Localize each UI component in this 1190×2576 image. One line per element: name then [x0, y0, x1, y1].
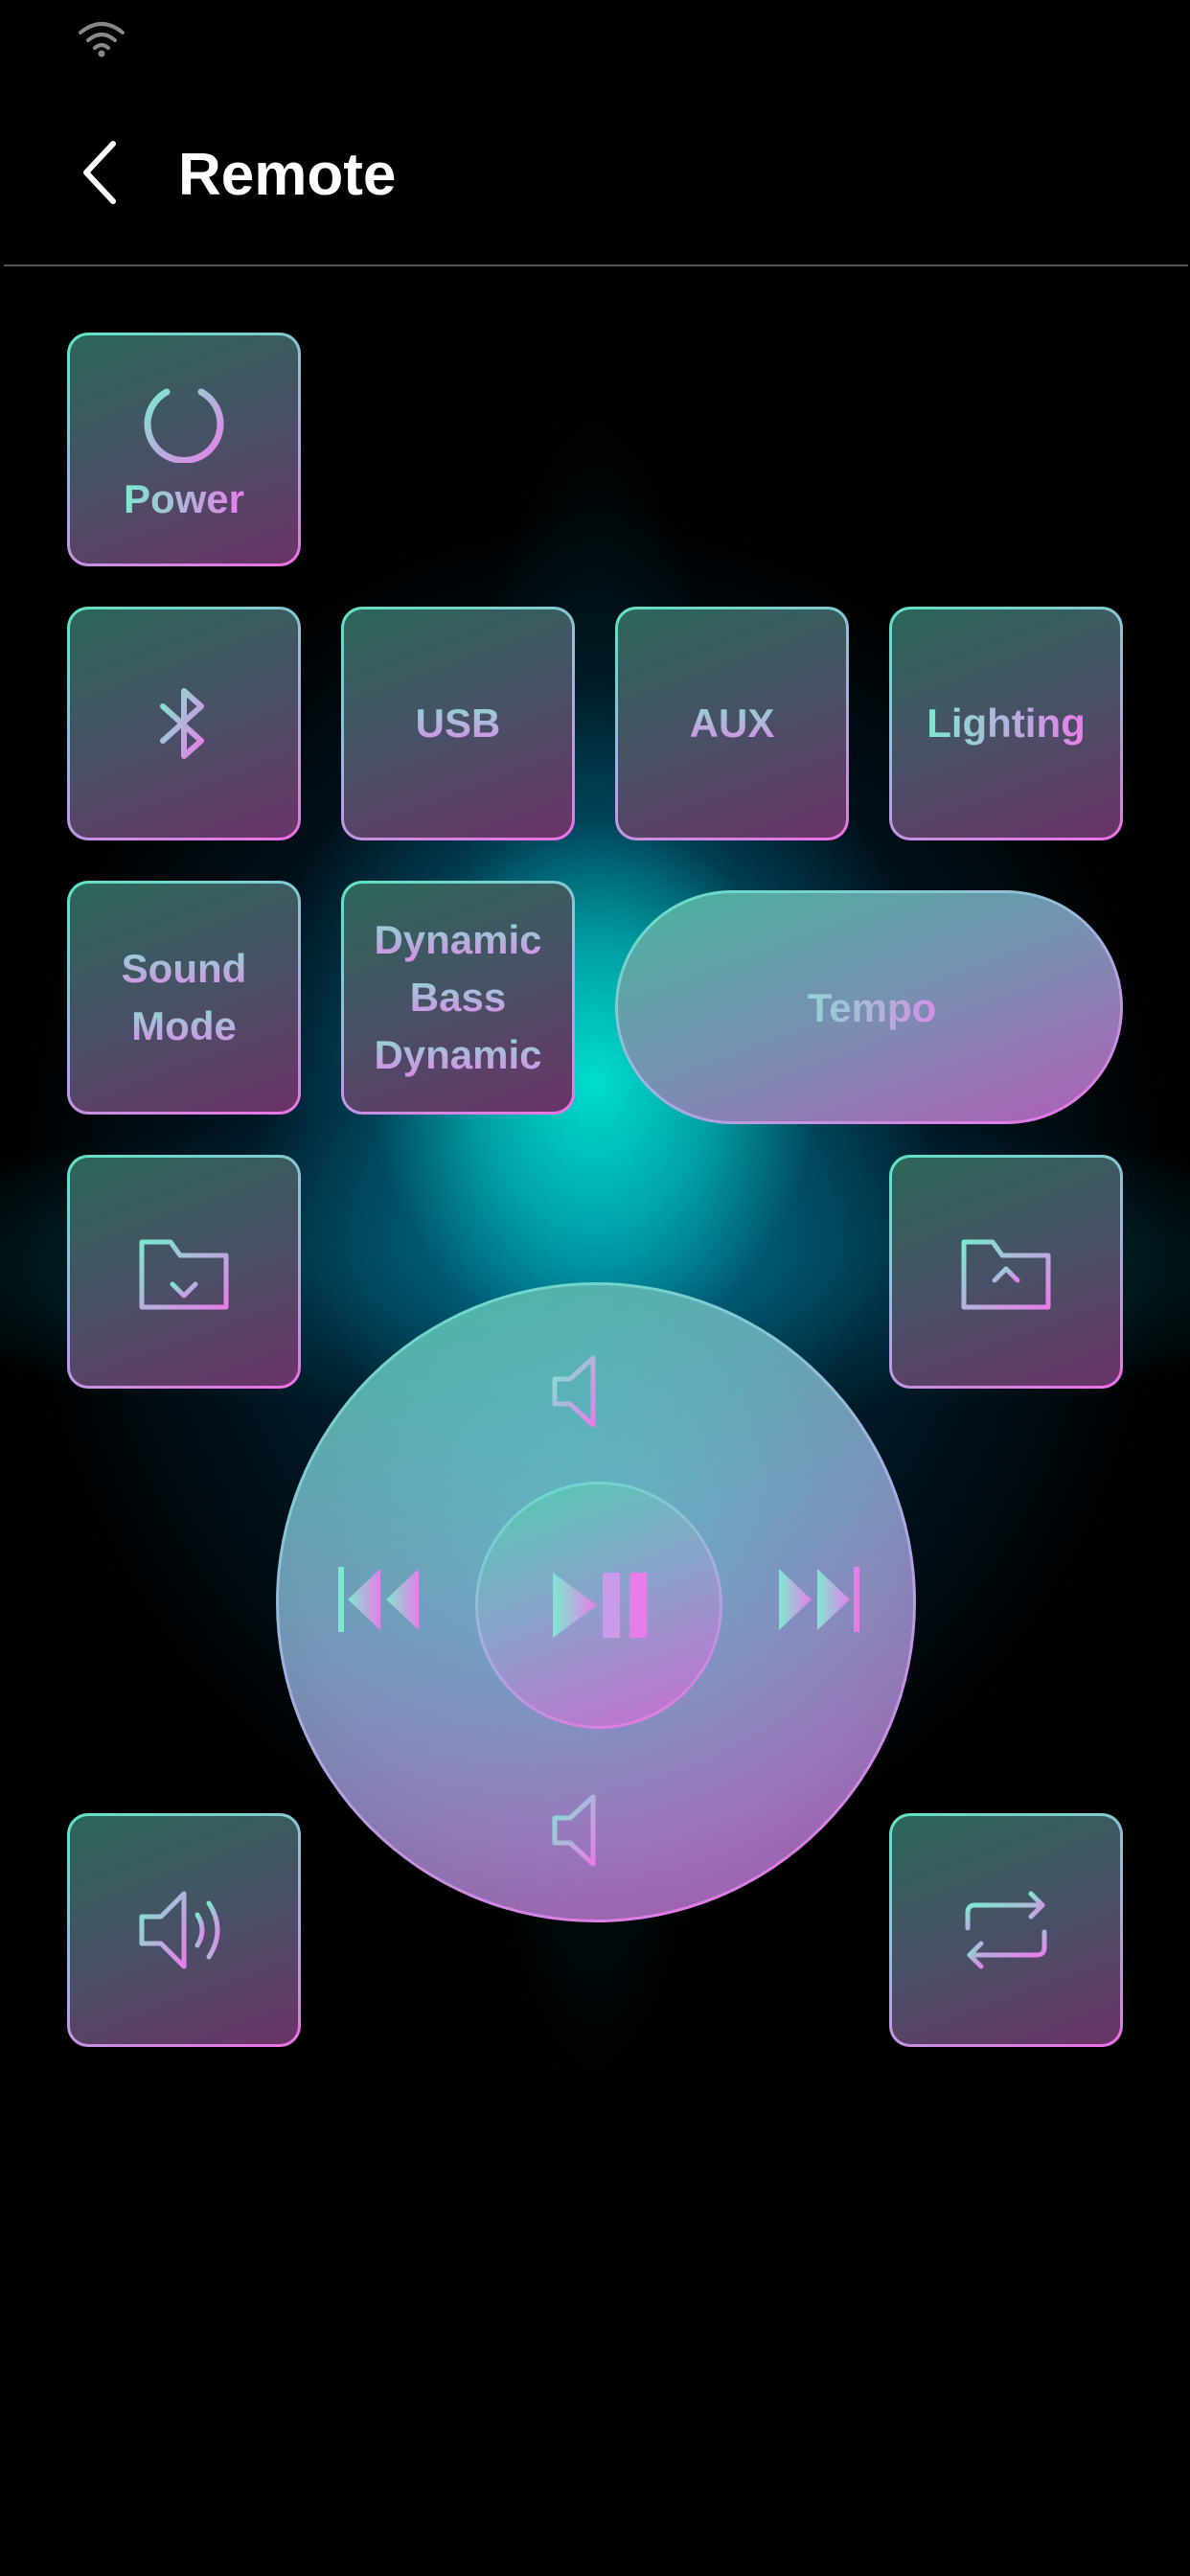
next-button[interactable] — [775, 1563, 861, 1636]
chevron-left-icon — [83, 141, 116, 204]
bluetooth-icon — [160, 688, 204, 759]
tempo-label: Tempo — [771, 979, 973, 1037]
dynamic-bass-label-line3: Dynamic — [374, 1026, 541, 1084]
tempo-control: Tempo — [615, 890, 1123, 1124]
page-title: Remote — [178, 142, 397, 208]
repeat-button[interactable] — [889, 1813, 1123, 2047]
volume-up-icon — [552, 1355, 646, 1428]
speaker-button[interactable] — [67, 1813, 301, 2047]
volume-down-button[interactable] — [549, 1787, 649, 1874]
aux-button[interactable]: AUX — [615, 607, 849, 840]
repeat-icon — [965, 1891, 1047, 1969]
lighting-label: Lighting — [927, 695, 1086, 752]
sound-mode-button[interactable]: Sound Mode — [67, 881, 301, 1115]
lighting-button[interactable]: Lighting — [889, 607, 1123, 840]
sound-mode-label-line1: Sound — [122, 940, 247, 998]
bluetooth-button[interactable] — [67, 607, 301, 840]
volume-up-button[interactable] — [549, 1348, 649, 1435]
usb-label: USB — [416, 695, 501, 752]
aux-label: AUX — [690, 695, 775, 752]
dynamic-bass-label-line1: Dynamic — [374, 911, 541, 969]
sound-mode-label-line2: Mode — [131, 998, 237, 1055]
plus-icon — [699, 980, 751, 1032]
dynamic-bass-label-line2: Bass — [410, 969, 506, 1026]
speaker-icon — [139, 1891, 220, 1969]
back-button[interactable] — [77, 134, 125, 211]
folder-upload-icon — [961, 1239, 1051, 1310]
power-button[interactable]: Power — [67, 333, 301, 566]
power-icon — [144, 373, 224, 463]
minus-icon — [989, 1003, 1041, 1009]
play-pause-icon — [553, 1573, 647, 1638]
wifi-icon — [75, 19, 128, 58]
power-label: Power — [124, 471, 244, 528]
usb-button[interactable]: USB — [341, 607, 575, 840]
play-pause-button[interactable] — [475, 1482, 722, 1729]
header-divider — [4, 264, 1188, 266]
folder-down-button[interactable] — [67, 1155, 301, 1389]
volume-down-icon — [552, 1794, 646, 1867]
folder-download-icon — [139, 1239, 229, 1310]
dynamic-bass-button[interactable]: Dynamic Bass Dynamic — [341, 881, 575, 1115]
skip-next-icon — [779, 1567, 859, 1632]
previous-button[interactable] — [336, 1563, 423, 1636]
tempo-minus-button[interactable] — [988, 979, 1041, 1033]
tempo-plus-button[interactable] — [698, 979, 752, 1033]
folder-up-button[interactable] — [889, 1155, 1123, 1389]
skip-previous-icon — [338, 1567, 419, 1632]
control-wheel — [276, 1282, 916, 1922]
